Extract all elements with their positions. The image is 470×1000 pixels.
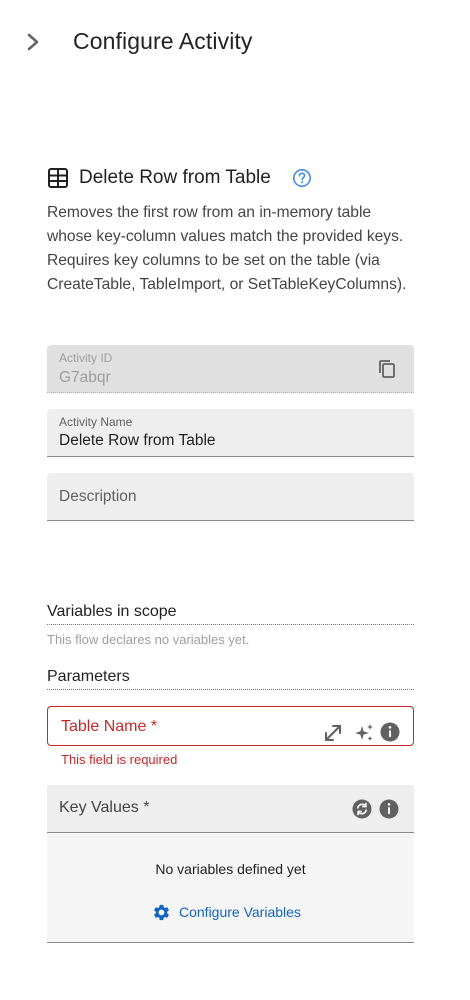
configure-variables-label: Configure Variables (179, 904, 301, 920)
parameters-heading: Parameters (47, 668, 414, 690)
header: Configure Activity (0, 0, 470, 84)
description-input[interactable]: Description (59, 488, 137, 506)
activity-name-label: Activity Name (59, 415, 133, 429)
activity-heading: Delete Row from Table (47, 164, 417, 192)
info-icon[interactable] (378, 798, 400, 820)
key-values-empty-text: No variables defined yet (155, 861, 306, 877)
gear-icon (154, 904, 169, 920)
expand-icon[interactable] (322, 722, 344, 744)
activity-id-field: Activity ID G7abqr (47, 345, 414, 393)
activity-description: Removes the first row from an in-memory … (47, 204, 407, 293)
variables-empty-text: This flow declares no variables yet. (47, 632, 250, 647)
toggle-mode-icon[interactable] (351, 798, 373, 820)
activity-name-field[interactable]: Activity Name Delete Row from Table (47, 409, 414, 457)
table-name-label: Table Name * (61, 718, 158, 735)
table-icon (48, 168, 68, 188)
table-name-field[interactable]: Table Name * (47, 706, 414, 746)
table-name-error: This field is required (61, 752, 178, 767)
key-values-panel: Key Values * No variables defined yet Co… (47, 785, 414, 943)
activity-id-label: Activity ID (59, 351, 113, 365)
page-title: Configure Activity (73, 28, 253, 54)
variables-in-scope-heading: Variables in scope (47, 603, 414, 625)
copy-icon[interactable] (376, 358, 398, 380)
chevron-right-icon[interactable] (22, 30, 44, 54)
description-field[interactable]: Description (47, 473, 414, 521)
info-icon[interactable] (379, 721, 401, 743)
help-circle-icon[interactable] (292, 168, 312, 188)
ai-sparkle-icon[interactable] (353, 722, 375, 744)
activity-name-input[interactable]: Delete Row from Table (59, 432, 216, 450)
key-values-header: Key Values * (47, 785, 414, 833)
activity-title: Delete Row from Table (79, 167, 271, 188)
key-values-label: Key Values * (59, 799, 150, 816)
activity-id-value: G7abqr (59, 369, 111, 386)
configure-variables-button[interactable]: Configure Variables (152, 901, 301, 923)
